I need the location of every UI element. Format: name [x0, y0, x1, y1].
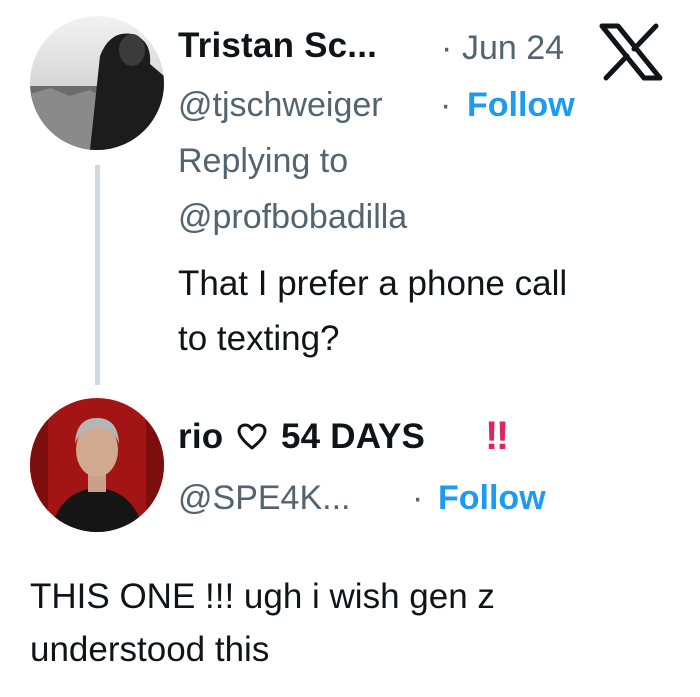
follow-button[interactable]: Follow: [467, 86, 575, 125]
avatar-photo-icon: [30, 16, 164, 150]
replying-to-handle[interactable]: @profbobadilla: [178, 198, 407, 237]
tweet-text-line: understood this: [30, 630, 270, 669]
display-name[interactable]: rio: [178, 417, 223, 457]
tweet-date[interactable]: Jun 24: [462, 29, 564, 68]
tweet-text-line: That I prefer a phone call: [178, 264, 568, 303]
double-exclamation-emoji: ‼: [485, 414, 510, 458]
tweet-text-line: to texting?: [178, 319, 340, 358]
separator-dot: ·: [440, 86, 452, 124]
display-name[interactable]: Tristan Sc...: [178, 26, 377, 66]
user-handle[interactable]: @SPE4K...: [178, 479, 350, 518]
user-handle[interactable]: @tjschweiger: [178, 86, 383, 125]
separator-dot: ·: [412, 479, 424, 517]
display-name-suffix[interactable]: 54 DAYS: [281, 417, 425, 457]
avatar-rio[interactable]: [30, 398, 164, 532]
avatar-tristan[interactable]: [30, 16, 164, 150]
x-logo-icon[interactable]: [598, 22, 664, 82]
tweet-text-line: THIS ONE !!! ugh i wish gen z: [30, 577, 495, 616]
avatar-photo-icon: [30, 398, 164, 532]
replying-to-label: Replying to: [178, 142, 349, 180]
follow-button[interactable]: Follow: [438, 479, 546, 518]
thread-line: [95, 165, 100, 385]
separator-dot: ·: [441, 29, 453, 67]
heart-outline-icon: [236, 421, 268, 453]
